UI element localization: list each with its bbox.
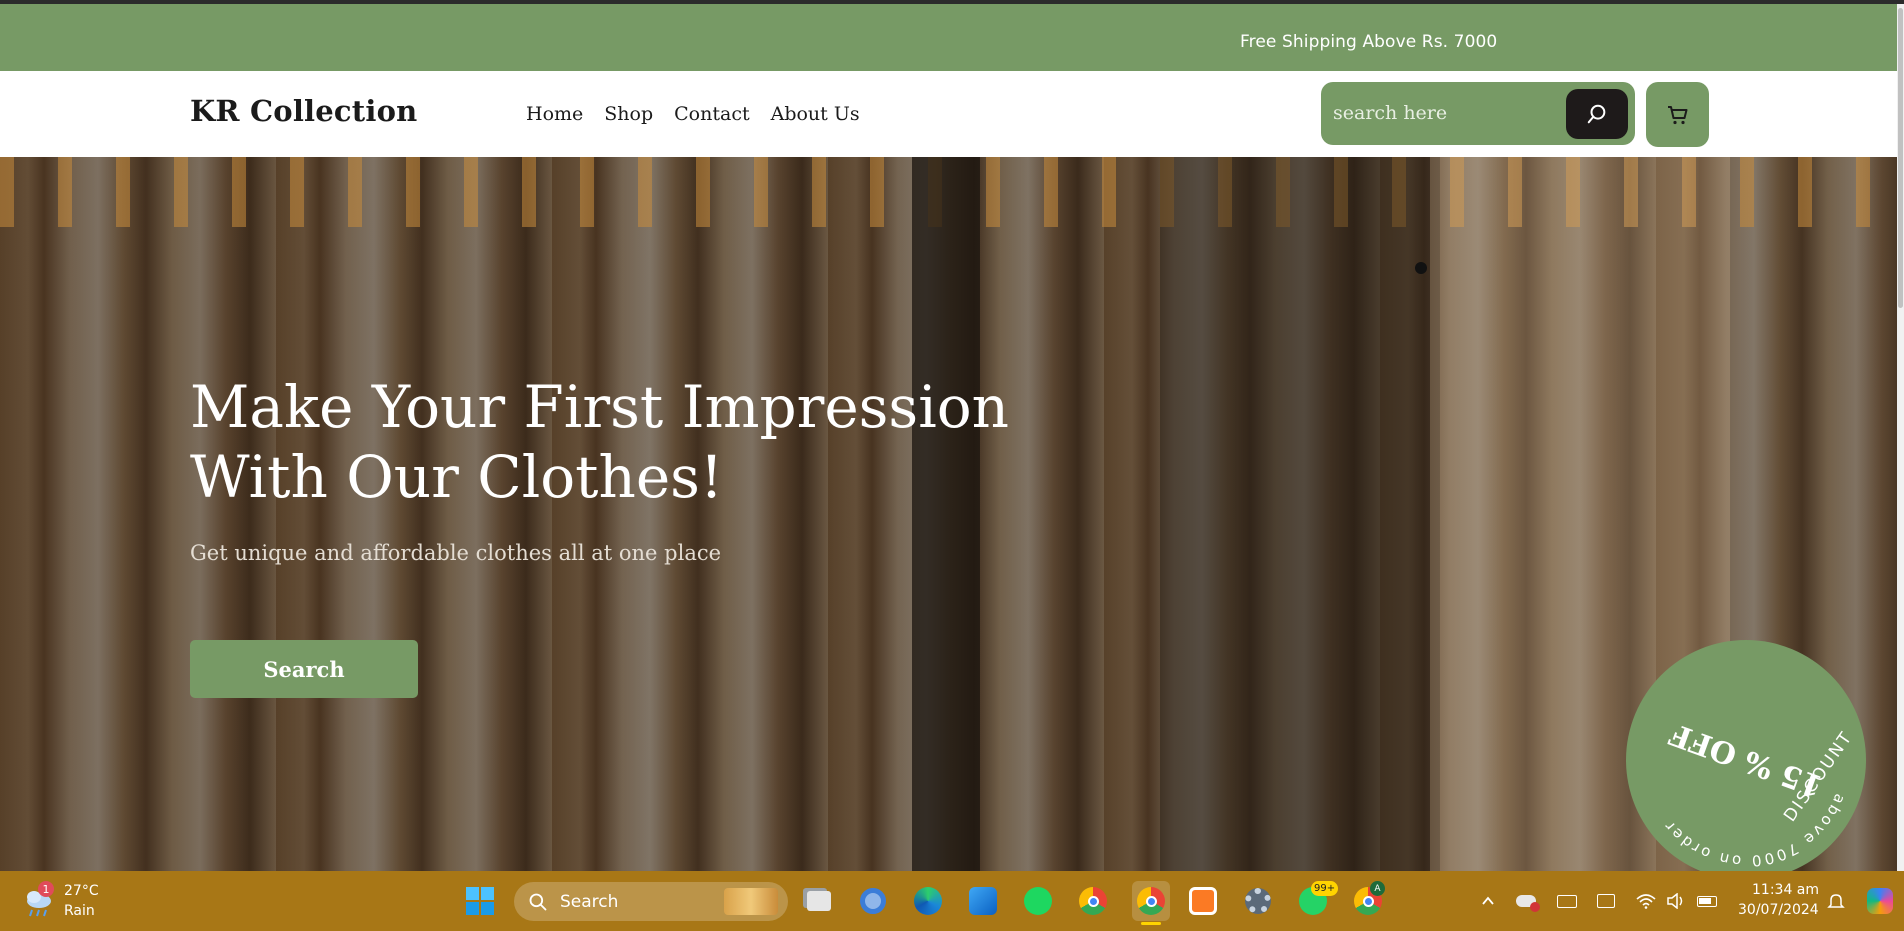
site-header: KR Collection Home Shop Contact About Us xyxy=(0,71,1904,157)
hero-section: Make Your First Impression With Our Clot… xyxy=(0,157,1904,871)
xampp-icon xyxy=(1189,887,1217,915)
promo-text: Free Shipping Above Rs. 7000 xyxy=(1240,32,1498,52)
taskbar-gear-app[interactable] xyxy=(1242,885,1274,917)
battery-icon xyxy=(1697,895,1717,907)
search-button[interactable] xyxy=(1566,89,1628,139)
speaker-icon xyxy=(1667,893,1683,909)
start-button[interactable] xyxy=(464,885,496,917)
taskbar-chrome-active[interactable] xyxy=(1132,881,1170,925)
taskbar-search-label: Search xyxy=(560,892,619,912)
tray-onedrive[interactable] xyxy=(1516,891,1540,912)
tray-copilot[interactable] xyxy=(1866,887,1894,915)
taskbar-search[interactable]: Search xyxy=(514,882,788,921)
discount-badge: above 7000 on order 15 % OFF DISCOUNT xyxy=(1626,640,1866,882)
nav-link-shop[interactable]: Shop xyxy=(604,103,653,125)
touch-keyboard-icon xyxy=(1597,894,1615,908)
photos-icon xyxy=(969,887,997,915)
keyboard-icon xyxy=(1557,894,1577,908)
tray-overflow-chevron[interactable] xyxy=(1478,891,1498,911)
tray-tablet[interactable] xyxy=(1596,891,1616,911)
taskbar-chrome[interactable] xyxy=(1077,885,1109,917)
site-logo[interactable]: KR Collection xyxy=(190,94,417,128)
nav-link-about-us[interactable]: About Us xyxy=(771,103,860,125)
search-icon xyxy=(529,893,547,911)
weather-alert-badge: 1 xyxy=(38,881,54,897)
settings-icon xyxy=(860,888,886,914)
tray-battery[interactable] xyxy=(1697,891,1717,911)
taskbar-whatsapp[interactable]: 99+ xyxy=(1297,881,1339,917)
windows-start-icon xyxy=(466,887,494,915)
tray-notifications[interactable] xyxy=(1826,891,1846,911)
weather-badge-count: 1 xyxy=(42,882,50,896)
wifi-icon xyxy=(1636,894,1656,909)
clock-date[interactable]: 30/07/2024 xyxy=(1738,902,1819,918)
taskbar-spotify[interactable] xyxy=(1022,885,1054,917)
hero-subtitle: Get unique and affordable clothes all at… xyxy=(190,541,722,565)
cart-button[interactable] xyxy=(1646,82,1709,147)
weather-widget[interactable]: 1 27°C Rain xyxy=(20,879,110,923)
gear-icon xyxy=(1245,888,1271,914)
edge-icon xyxy=(914,887,942,915)
mouse-cursor-dot xyxy=(1415,262,1427,274)
chrome-icon xyxy=(1079,887,1107,915)
active-app-indicator xyxy=(1141,922,1161,925)
copilot-icon xyxy=(1867,888,1893,914)
promo-bar: Free Shipping Above Rs. 7000 xyxy=(0,4,1904,71)
task-view-button[interactable] xyxy=(803,885,835,917)
weather-desc: Rain xyxy=(64,903,95,919)
tray-volume[interactable] xyxy=(1666,891,1686,911)
taskbar-edge[interactable] xyxy=(912,885,944,917)
tray-keyboard[interactable] xyxy=(1557,891,1577,911)
taskbar-photos[interactable] xyxy=(967,885,999,917)
chrome-profile-badge: A xyxy=(1370,881,1385,896)
spotify-icon xyxy=(1024,887,1052,915)
scrollbar-thumb[interactable] xyxy=(1898,8,1903,308)
windows-taskbar: 1 27°C Rain Search 99+ A 11:34 am 30/07/… xyxy=(0,871,1904,931)
background-shadow xyxy=(912,157,980,871)
tray-wifi[interactable] xyxy=(1636,891,1656,911)
task-view-icon xyxy=(807,891,831,911)
cloud-error-icon xyxy=(1516,895,1540,912)
nav-link-contact[interactable]: Contact xyxy=(674,103,749,125)
cart-icon xyxy=(1667,105,1687,124)
hero-search-button[interactable]: Search xyxy=(190,640,418,698)
weather-temp: 27°C xyxy=(64,883,99,899)
chevron-up-icon xyxy=(1482,896,1494,905)
whatsapp-badge-count: 99+ xyxy=(1314,883,1336,894)
clock-time[interactable]: 11:34 am xyxy=(1752,882,1819,898)
search-highlight-image xyxy=(724,888,778,915)
taskbar-xampp[interactable] xyxy=(1187,885,1219,917)
hero-title-line-2: With Our Clothes! xyxy=(190,443,724,511)
background-shadow-2 xyxy=(1160,157,1440,871)
taskbar-chrome-profile[interactable]: A xyxy=(1352,881,1385,917)
chrome-icon xyxy=(1137,887,1165,915)
hero-title-line-1: Make Your First Impression xyxy=(190,373,1010,441)
chrome-profile-letter: A xyxy=(1374,883,1381,894)
whatsapp-unread-badge: 99+ xyxy=(1311,881,1339,896)
main-nav: Home Shop Contact About Us xyxy=(526,103,860,125)
search-icon xyxy=(1587,104,1606,124)
header-search xyxy=(1321,82,1635,145)
search-input[interactable] xyxy=(1333,94,1563,132)
taskbar-settings[interactable] xyxy=(857,885,889,917)
hero-title: Make Your First Impression With Our Clot… xyxy=(190,372,1090,512)
notification-bell-icon xyxy=(1827,894,1845,908)
nav-link-home[interactable]: Home xyxy=(526,103,583,125)
